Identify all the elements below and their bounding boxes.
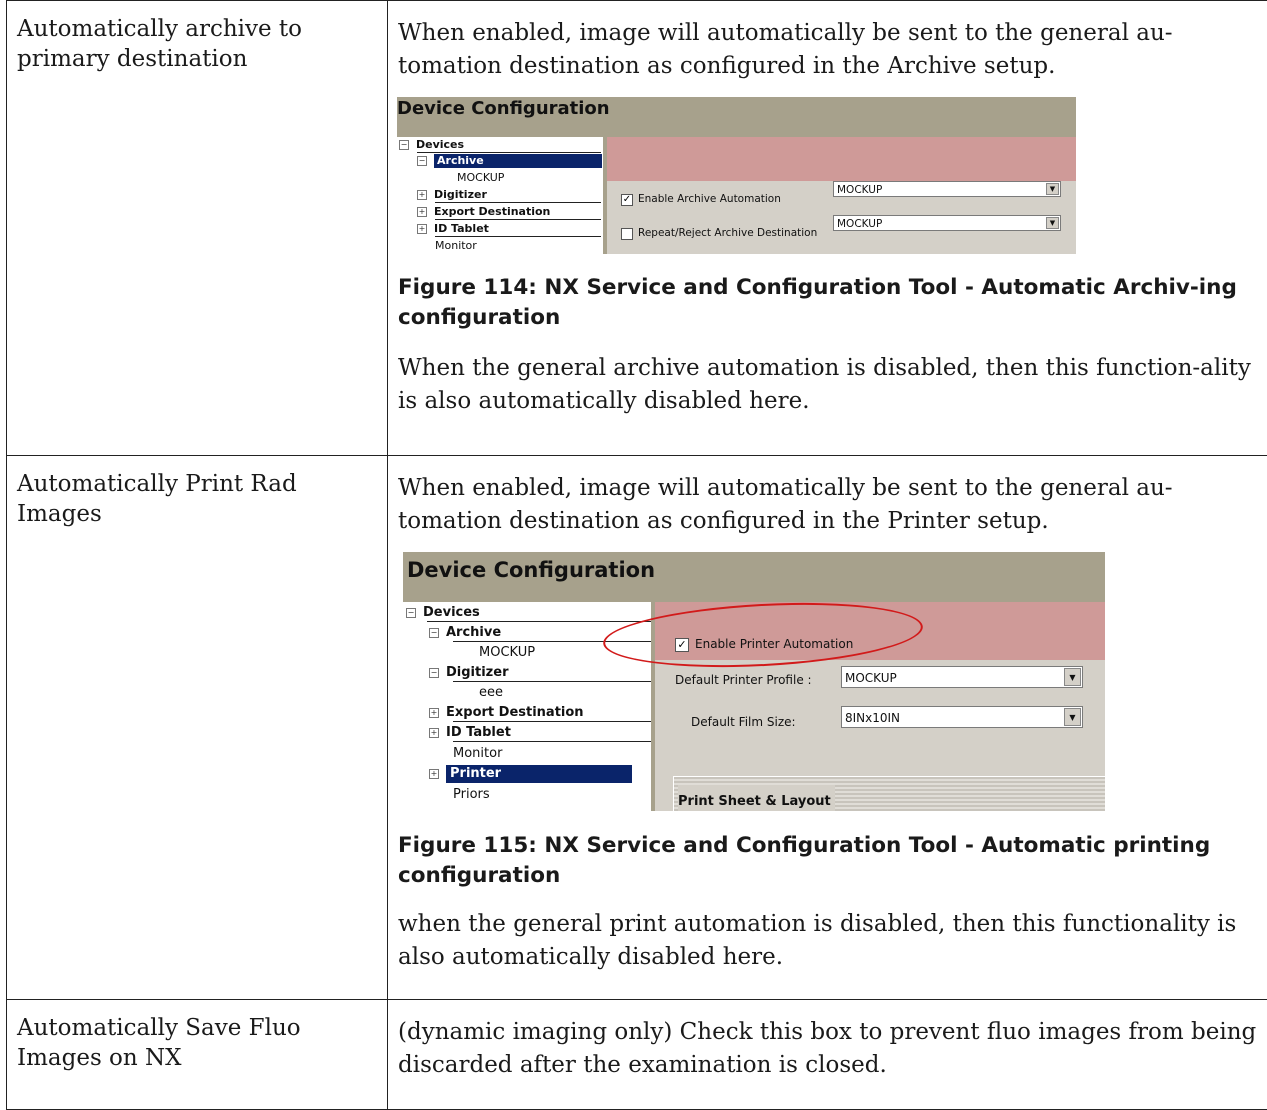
tree-item-eee: eee: [479, 684, 503, 702]
default-film-size-label: Default Film Size:: [691, 706, 796, 739]
printer-config-screenshot: Device Configuration −Devices −Archive M…: [403, 552, 1105, 811]
tree-expand-icon: +: [417, 207, 427, 217]
screenshot-title: Device Configuration: [407, 556, 655, 584]
highlight-band: [607, 137, 1076, 181]
film-size-select: 8INx10IN▼: [841, 706, 1083, 728]
tree-expand-icon: +: [417, 190, 427, 200]
dropdown-arrow-icon: ▼: [1046, 183, 1059, 195]
tree-item-digitizer: +Digitizer: [417, 188, 487, 202]
tree-collapse-icon: −: [406, 608, 416, 618]
description-text: (dynamic imaging only) Check this box to…: [398, 1016, 1257, 1082]
tree-item-monitor: Monitor: [435, 239, 477, 253]
table-row: Automatically archive to primary destina…: [7, 1, 1267, 456]
table-row: Automatically Print Rad Images When enab…: [7, 456, 1267, 1000]
tree-item-archive: −Archive: [429, 624, 501, 642]
tree-expand-icon: +: [429, 769, 439, 779]
figure-caption: Figure 115: NX Service and Configuration…: [398, 831, 1257, 891]
tree-item-export-destination: +Export Destination: [429, 704, 584, 722]
setting-name: Automatically archive to primary destina…: [7, 1, 388, 456]
tree-collapse-icon: −: [399, 140, 409, 150]
screenshot-title: Device Configuration: [397, 97, 610, 121]
archive-destination-select: MOCKUP▼: [833, 181, 1061, 197]
setting-name: Automatically Print Rad Images: [7, 456, 388, 1000]
repeat-reject-destination-select: MOCKUP▼: [833, 215, 1061, 231]
dropdown-arrow-icon: ▼: [1046, 217, 1059, 229]
repeat-reject-row: Repeat/Reject Archive Destination: [621, 217, 817, 250]
config-panel: ✓ Enable Archive Automation MOCKUP▼ Repe…: [607, 137, 1076, 254]
tree-item-mockup: MOCKUP: [479, 644, 535, 662]
setting-description: When enabled, image will automatically b…: [388, 456, 1267, 1000]
tree-collapse-icon: −: [417, 156, 427, 166]
note-text: When the general archive automation is d…: [398, 352, 1257, 418]
setting-description: (dynamic imaging only) Check this box to…: [388, 1000, 1267, 1110]
description-text: When enabled, image will automatically b…: [398, 472, 1257, 538]
enable-archive-row: ✓ Enable Archive Automation: [621, 183, 781, 216]
default-printer-profile-label: Default Printer Profile :: [675, 664, 812, 697]
checkbox-unchecked-icon: [621, 228, 633, 240]
tree-expand-icon: +: [429, 708, 439, 718]
dropdown-arrow-icon: ▼: [1064, 708, 1081, 726]
tree-item-monitor: Monitor: [453, 745, 502, 763]
tree-collapse-icon: −: [429, 628, 439, 638]
print-sheet-layout-section: Print Sheet & Layout: [673, 776, 1105, 811]
tree-expand-icon: +: [417, 224, 427, 234]
tree-item-devices: −Devices: [399, 138, 464, 152]
description-text: When enabled, image will automatically b…: [398, 17, 1257, 83]
tree-item-devices: −Devices: [406, 604, 480, 622]
tree-item-mockup: MOCKUP: [457, 171, 504, 185]
tree-item-export-destination: +Export Destination: [417, 205, 550, 219]
tree-item-archive: −Archive: [417, 154, 602, 168]
device-tree: −Devices −Archive MOCKUP +Digitizer +Exp…: [397, 137, 603, 254]
dropdown-arrow-icon: ▼: [1064, 668, 1081, 686]
settings-table: Automatically archive to primary destina…: [6, 0, 1267, 1110]
setting-description: When enabled, image will automatically b…: [388, 1, 1267, 456]
tree-item-priors: Priors: [453, 786, 490, 804]
tree-expand-icon: +: [429, 728, 439, 738]
printer-profile-select: MOCKUP▼: [841, 666, 1083, 688]
tree-collapse-icon: −: [429, 668, 439, 678]
note-text: when the general print automation is dis…: [398, 908, 1257, 974]
checkbox-checked-icon: ✓: [621, 194, 633, 206]
table-row: Automatically Save Fluo Images on NX (dy…: [7, 1000, 1267, 1110]
setting-name: Automatically Save Fluo Images on NX: [7, 1000, 388, 1110]
archive-config-screenshot: Device Configuration −Devices −Archive M…: [397, 97, 1076, 254]
tree-item-id-tablet: +ID Tablet: [417, 222, 489, 236]
tree-item-id-tablet: +ID Tablet: [429, 724, 511, 742]
tree-item-digitizer: −Digitizer: [429, 664, 508, 682]
figure-caption: Figure 114: NX Service and Configuration…: [398, 273, 1257, 333]
tree-item-printer: +Printer: [429, 765, 632, 783]
